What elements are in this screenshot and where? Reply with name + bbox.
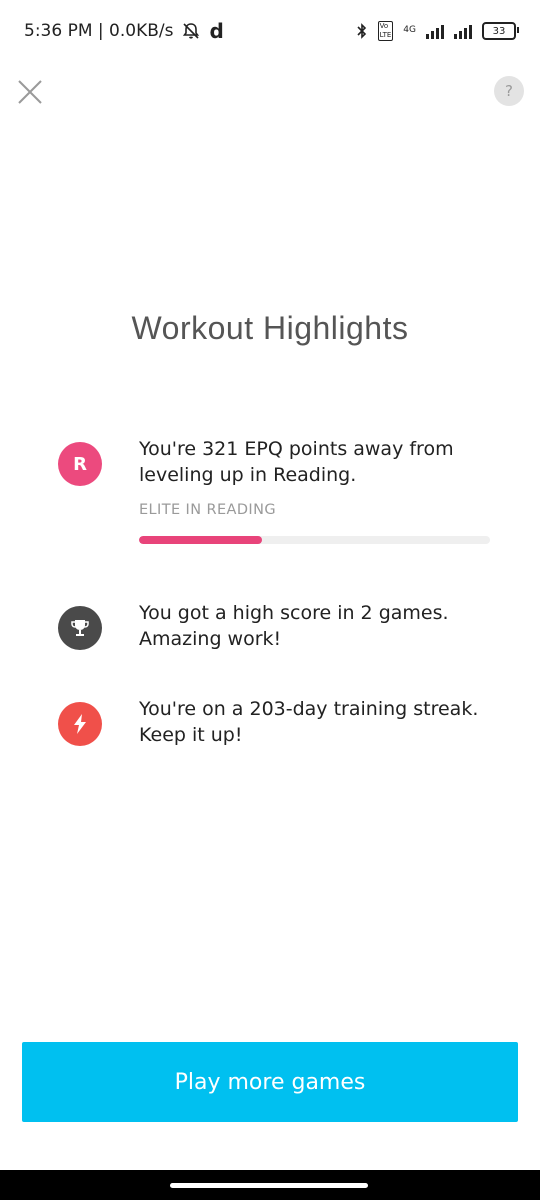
close-icon — [18, 80, 42, 104]
help-button[interactable]: ? — [494, 76, 524, 106]
play-more-games-button[interactable]: Play more games — [22, 1042, 518, 1122]
battery-icon: 33 — [482, 22, 519, 40]
streak-badge — [58, 702, 102, 746]
highlight-sub-label: ELITE IN READING — [139, 502, 276, 518]
play-more-games-label: Play more games — [174, 1069, 366, 1095]
reading-icon: R — [58, 442, 102, 486]
status-left: 5:36 PM | 0.0KB/s d — [24, 19, 224, 43]
signal-icon-1 — [426, 23, 444, 39]
signal-icon-2 — [454, 23, 472, 39]
close-button[interactable] — [16, 78, 44, 106]
reading-progress-fill — [139, 536, 262, 544]
highlight-text: You're on a 203-day training streak. Kee… — [139, 698, 479, 746]
network-type: 4G — [403, 25, 416, 35]
volte-icon: Vo LTE — [377, 21, 394, 41]
status-right: Vo LTE 4G 33 — [356, 21, 519, 41]
navigation-bar — [0, 1170, 540, 1200]
page-title: Workout Highlights — [131, 310, 409, 346]
home-gesture-handle[interactable] — [170, 1183, 368, 1188]
trophy-badge — [58, 606, 102, 650]
battery-level: 33 — [492, 25, 506, 37]
lightning-icon — [74, 714, 86, 734]
help-icon: ? — [505, 82, 513, 100]
status-time-info: 5:36 PM | 0.0KB/s — [24, 21, 174, 41]
mute-bell-icon — [183, 23, 200, 39]
highlight-text: You're 321 EPQ points away from leveling… — [139, 438, 454, 486]
highlight-text: You got a high score in 2 games. Amazing… — [139, 602, 449, 650]
trophy-icon — [71, 620, 89, 636]
status-bar: 5:36 PM | 0.0KB/s d Vo LTE 4G 33 — [0, 0, 540, 62]
bluetooth-icon — [357, 23, 366, 39]
app-letter: d — [209, 19, 224, 43]
reading-progress-bar — [139, 536, 490, 544]
